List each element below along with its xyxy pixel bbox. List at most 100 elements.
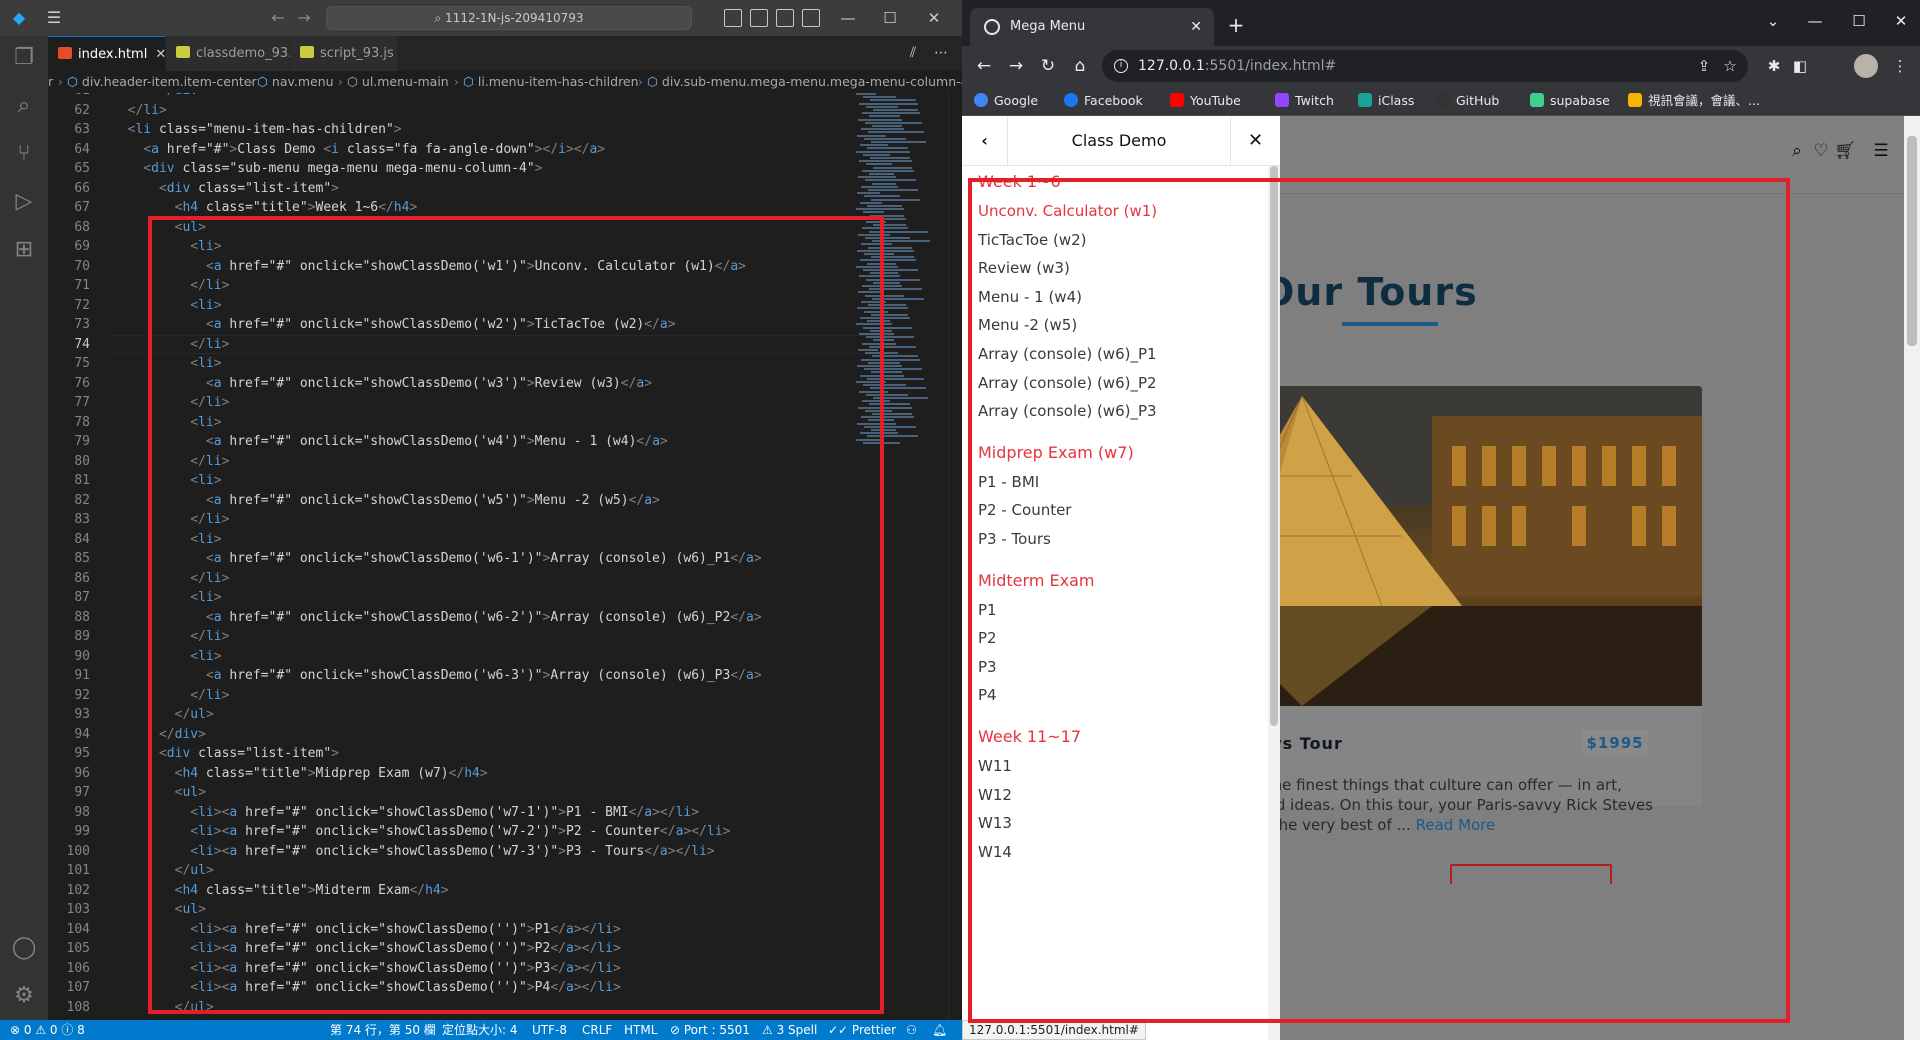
menu-item-link[interactable]: TicTacToe (w2) <box>978 231 1087 249</box>
source-control-icon[interactable]: ⑂ <box>10 140 38 168</box>
menu-item-link[interactable]: P2 <box>978 629 997 647</box>
close-icon[interactable]: ✕ <box>1888 8 1914 34</box>
editor-scrollbar[interactable] <box>948 93 962 1020</box>
more-actions-icon[interactable]: ⋯ <box>932 44 950 62</box>
cart-icon[interactable]: 🛒︎ <box>1834 140 1856 162</box>
menu-item-link[interactable]: P1 <box>978 601 997 619</box>
browser-tab[interactable]: Mega Menu ✕ <box>970 8 1214 46</box>
breadcrumb-item[interactable]: r <box>48 71 53 93</box>
info-icon[interactable]: i <box>1114 59 1128 73</box>
share-icon[interactable]: ⇪ <box>1692 50 1716 82</box>
bookmark-iclass[interactable]: iClass <box>1358 86 1414 116</box>
indent-size[interactable]: 定位點大小: 4 <box>442 1020 518 1040</box>
extensions-icon[interactable]: ⊞ <box>10 236 38 264</box>
chevron-left-icon[interactable]: ‹ <box>962 116 1008 166</box>
menu-item-link[interactable]: P3 <box>978 658 997 676</box>
bookmark-supabase[interactable]: supabase <box>1530 86 1610 116</box>
close-icon[interactable]: ✕ <box>922 6 946 30</box>
code-line[interactable]: 67 <h4 class="title">Week 1~6</h4> <box>48 198 848 217</box>
tab-close-icon[interactable]: ✕ <box>155 47 166 62</box>
extensions-puzzle-icon[interactable]: ✱ <box>1762 54 1786 78</box>
settings-gear-icon[interactable]: ⚙ <box>10 982 38 1010</box>
close-icon[interactable]: ✕ <box>1230 116 1280 166</box>
forward-arrow-icon[interactable]: → <box>294 8 314 28</box>
search-icon[interactable]: ⌕ <box>1786 140 1808 162</box>
run-debug-icon[interactable]: ▷ <box>10 188 38 216</box>
menu-item-link[interactable]: Array (console) (w6)_P3 <box>978 402 1157 420</box>
heart-icon[interactable]: ♡ <box>1810 140 1832 162</box>
code-line[interactable]: 63 <li class="menu-item-has-children"> <box>48 120 848 139</box>
menu-item-link[interactable]: W13 <box>978 814 1012 832</box>
menu-item-link[interactable]: P4 <box>978 686 997 704</box>
menu-item-link[interactable]: Review (w3) <box>978 259 1070 277</box>
breadcrumb-item[interactable]: › ⬡ ul.menu-main <box>338 71 449 93</box>
maximize-icon[interactable]: ☐ <box>878 6 902 30</box>
maximize-icon[interactable]: ☐ <box>1846 8 1872 34</box>
search-icon[interactable]: ⌕ <box>10 92 38 120</box>
forward-arrow-icon[interactable]: → <box>1004 54 1028 78</box>
menu-item-link[interactable]: Unconv. Calculator (w1) <box>978 202 1157 220</box>
side-panel-icon[interactable]: ◧ <box>1788 54 1812 78</box>
bookmark-facebook[interactable]: Facebook <box>1064 86 1143 116</box>
code-line[interactable]: 64 <a href="#">Class Demo <i class="fa f… <box>48 140 848 159</box>
new-tab-plus-icon[interactable]: + <box>1224 13 1248 37</box>
toggle-secondary-sidebar-icon[interactable] <box>776 9 794 27</box>
kebab-menu-icon[interactable]: ⋮ <box>1888 54 1912 78</box>
menu-item-link[interactable]: W11 <box>978 757 1012 775</box>
bookmark-meeting[interactable]: 視訊會議，會議、... <box>1628 86 1760 116</box>
hamburger-menu-icon[interactable]: ☰ <box>44 8 64 28</box>
home-icon[interactable]: ⌂ <box>1068 54 1092 78</box>
reload-icon[interactable]: ↻ <box>1036 54 1060 78</box>
breadcrumb-item[interactable]: › ⬡ div.header-item.item-center <box>58 71 257 93</box>
live-server-port[interactable]: ⊘ Port : 5501 <box>670 1020 750 1040</box>
tab-script-js[interactable]: script_93.js <box>290 36 398 71</box>
tab-close-icon[interactable]: ✕ <box>1190 8 1202 46</box>
menu-item-link[interactable]: Menu -2 (w5) <box>978 316 1077 334</box>
back-arrow-icon[interactable]: ← <box>268 8 288 28</box>
toggle-panel-icon[interactable] <box>750 9 768 27</box>
prettier-status[interactable]: ✓✓ Prettier <box>828 1020 896 1040</box>
scrollbar-thumb[interactable] <box>1907 136 1917 346</box>
side-menu-scrollbar[interactable] <box>1268 166 1280 1040</box>
menu-item-link[interactable]: P3 - Tours <box>978 530 1051 548</box>
menu-item-link[interactable]: P1 - BMI <box>978 473 1039 491</box>
breadcrumb-item[interactable]: › ⬡ li.menu-item-has-children <box>454 71 639 93</box>
hamburger-menu-icon[interactable]: ☰ <box>1868 140 1894 162</box>
line-ending[interactable]: CRLF <box>582 1020 612 1040</box>
accounts-icon[interactable]: ⚇ <box>906 1020 917 1040</box>
scrollbar-thumb[interactable] <box>1270 166 1278 726</box>
code-line[interactable]: 65 <div class="sub-menu mega-menu mega-m… <box>48 159 848 178</box>
code-line[interactable]: 66 <div class="list-item"> <box>48 179 848 198</box>
bookmark-youtube[interactable]: YouTube <box>1170 86 1241 116</box>
tab-search-chevron-icon[interactable]: ⌄ <box>1760 8 1786 34</box>
breadcrumb-item[interactable]: › ⬡ div.sub-menu.mega-menu.mega-menu-col… <box>638 71 962 93</box>
menu-item-link[interactable]: Array (console) (w6)_P1 <box>978 345 1157 363</box>
menu-item-link[interactable]: W14 <box>978 843 1012 861</box>
command-center-search[interactable]: ⌕ 1112-1N-js-209410793 <box>326 6 692 30</box>
menu-item-link[interactable]: P2 - Counter <box>978 501 1071 519</box>
customize-layout-icon[interactable] <box>802 9 820 27</box>
minimize-icon[interactable]: — <box>1802 8 1828 34</box>
back-arrow-icon[interactable]: ← <box>972 54 996 78</box>
menu-item-link[interactable]: Menu - 1 (w4) <box>978 288 1082 306</box>
breadcrumb-item[interactable]: › ⬡ nav.menu <box>248 71 334 93</box>
bookmark-star-icon[interactable]: ☆ <box>1718 50 1742 82</box>
encoding[interactable]: UTF-8 <box>532 1020 567 1040</box>
notifications-bell-icon[interactable]: 🔔︎ <box>932 1020 947 1040</box>
menu-item-link[interactable]: W12 <box>978 786 1012 804</box>
language-mode[interactable]: HTML <box>624 1020 657 1040</box>
bookmark-twitch[interactable]: Twitch <box>1275 86 1334 116</box>
bookmark-google[interactable]: Google <box>974 86 1038 116</box>
toggle-sidebar-icon[interactable] <box>724 9 742 27</box>
explorer-icon[interactable]: ❐ <box>10 44 38 72</box>
page-scrollbar[interactable] <box>1904 116 1920 1040</box>
tab-index-html[interactable]: index.html ✕ <box>48 36 166 71</box>
spell-check[interactable]: ⚠ 3 Spell <box>762 1020 817 1040</box>
read-more-link[interactable]: Read More <box>1416 816 1496 834</box>
problems-indicator[interactable]: ⊗ 0 ⚠ 0 ⓘ 8 <box>10 1020 85 1040</box>
menu-item-link[interactable]: Array (console) (w6)_P2 <box>978 374 1157 392</box>
address-bar[interactable]: i 127.0.0.1:5501/index.html# ⇪ ☆ <box>1102 50 1748 82</box>
tour-button[interactable] <box>1450 864 1612 884</box>
cursor-position[interactable]: 第 74 行，第 50 欄 <box>330 1020 436 1040</box>
tab-classdemo-js[interactable]: classdemo_93.js <box>166 36 303 71</box>
